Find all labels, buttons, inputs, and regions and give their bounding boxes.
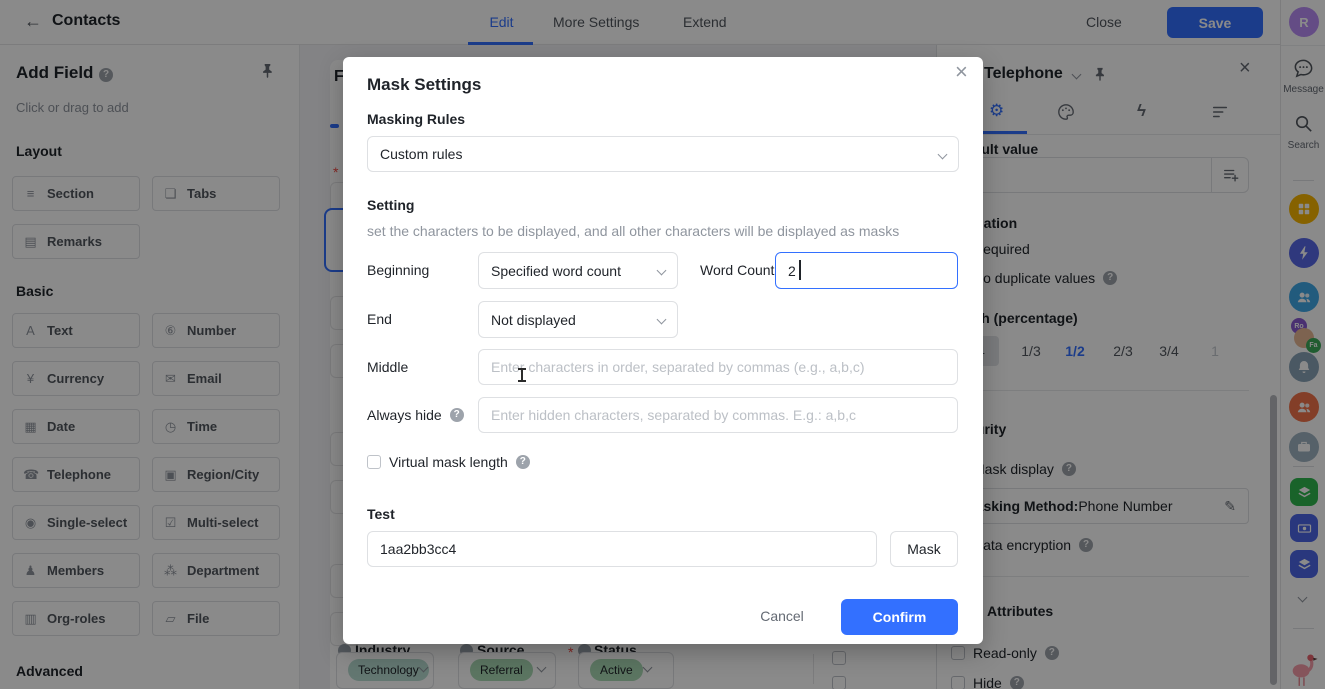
end-label: End	[367, 311, 392, 327]
virtual-mask-row: Virtual mask length ?	[367, 454, 530, 470]
beginning-select[interactable]: Specified word count	[478, 252, 678, 289]
mask-button[interactable]: Mask	[890, 531, 958, 567]
always-hide-label: Always hide	[367, 407, 442, 423]
text-caret	[799, 260, 801, 280]
word-count-label: Word Count	[700, 262, 774, 278]
middle-input[interactable]	[478, 349, 958, 385]
mask-settings-modal: Mask Settings × Masking Rules Custom rul…	[343, 57, 983, 644]
chevron-down-icon	[657, 266, 667, 276]
setting-description: set the characters to be displayed, and …	[367, 223, 899, 239]
masking-rules-label: Masking Rules	[367, 111, 465, 127]
middle-label: Middle	[367, 359, 408, 375]
beginning-label: Beginning	[367, 262, 429, 278]
end-value: Not displayed	[491, 312, 576, 328]
always-hide-label-row: Always hide ?	[367, 407, 464, 423]
virtual-mask-checkbox[interactable]	[367, 455, 381, 469]
setting-label: Setting	[367, 197, 414, 213]
always-hide-input[interactable]	[478, 397, 958, 433]
masking-rules-select[interactable]: Custom rules	[367, 136, 959, 172]
test-label: Test	[367, 506, 395, 522]
confirm-button[interactable]: Confirm	[841, 599, 958, 635]
app-window: ← Contacts Edit More Settings Extend Clo…	[0, 0, 1325, 689]
help-icon[interactable]: ?	[450, 408, 464, 422]
virtual-mask-label: Virtual mask length	[389, 454, 508, 470]
beginning-value: Specified word count	[491, 263, 621, 279]
modal-close-icon[interactable]: ×	[955, 59, 968, 85]
chevron-down-icon	[657, 315, 667, 325]
word-count-input[interactable]	[775, 252, 958, 289]
cancel-button[interactable]: Cancel	[747, 608, 817, 624]
help-icon[interactable]: ?	[516, 455, 530, 469]
chevron-down-icon	[938, 149, 948, 159]
mouse-ibeam-cursor	[521, 368, 523, 382]
end-select[interactable]: Not displayed	[478, 301, 678, 338]
test-input[interactable]	[367, 531, 877, 567]
modal-title: Mask Settings	[367, 75, 481, 95]
masking-rules-value: Custom rules	[380, 146, 462, 162]
